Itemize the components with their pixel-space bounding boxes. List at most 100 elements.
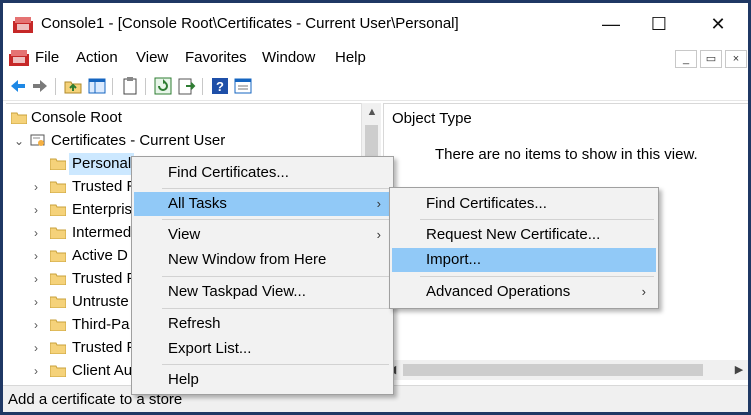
maximize-button[interactable]: ☐ bbox=[636, 9, 682, 39]
mdi-close-button[interactable]: × bbox=[725, 50, 747, 68]
menu-action[interactable]: Action bbox=[76, 49, 118, 66]
tree-item-label: Intermed bbox=[72, 224, 132, 241]
menu-view[interactable]: View bbox=[136, 49, 168, 66]
folder-icon bbox=[50, 365, 66, 377]
folder-icon bbox=[50, 227, 66, 239]
chevron-right-icon[interactable]: › bbox=[34, 291, 46, 313]
tree-item-label: Third-Pa bbox=[72, 316, 130, 333]
scroll-right-icon[interactable]: ▶ bbox=[730, 360, 748, 380]
menu-item-label: Find Certificates... bbox=[168, 164, 289, 181]
tree-item-label: Untruste bbox=[72, 293, 129, 310]
tree-item-label: Trusted P bbox=[72, 339, 137, 356]
menu-item-label: Find Certificates... bbox=[426, 195, 547, 212]
minimize-button[interactable]: — bbox=[588, 9, 634, 39]
menu-window[interactable]: Window bbox=[262, 49, 315, 66]
results-horizontal-scrollbar[interactable]: ◀ ▶ bbox=[383, 360, 748, 380]
menu-item-view[interactable]: View › bbox=[134, 223, 391, 247]
tree-item-label: Trusted R bbox=[72, 178, 138, 195]
folder-icon bbox=[50, 158, 66, 170]
menu-separator bbox=[162, 219, 389, 220]
toolbar-separator bbox=[202, 78, 203, 95]
help-icon[interactable]: ? bbox=[210, 76, 230, 96]
folder-icon bbox=[50, 250, 66, 262]
menu-item-export-list[interactable]: Export List... bbox=[134, 337, 391, 361]
context-menu: Find Certificates... All Tasks › View › … bbox=[131, 156, 394, 395]
menu-item-import[interactable]: Import... bbox=[392, 248, 656, 272]
menu-item-advanced-operations[interactable]: Advanced Operations › bbox=[392, 280, 656, 304]
tree-item-label: Trusted P bbox=[72, 270, 137, 287]
menu-item-label: New Taskpad View... bbox=[168, 283, 306, 300]
chevron-right-icon[interactable]: › bbox=[34, 360, 46, 382]
mmc-app-icon bbox=[13, 17, 33, 33]
svg-text:?: ? bbox=[216, 79, 224, 94]
menu-item-label: Advanced Operations bbox=[426, 283, 571, 300]
menu-item-help[interactable]: Help bbox=[134, 368, 391, 392]
menu-separator bbox=[420, 219, 654, 220]
console-menu-icon[interactable] bbox=[8, 49, 30, 67]
column-header-object-type[interactable]: Object Type bbox=[392, 110, 472, 127]
menu-separator bbox=[162, 308, 389, 309]
tree-item-label: Enterpris bbox=[72, 201, 133, 218]
forward-icon[interactable] bbox=[30, 76, 50, 96]
menu-item-label: Refresh bbox=[168, 315, 221, 332]
menu-item-label: View bbox=[168, 226, 201, 243]
title-bar[interactable]: Console1 - [Console Root\Certificates - … bbox=[3, 3, 748, 43]
menu-item-new-taskpad-view[interactable]: New Taskpad View... bbox=[134, 280, 391, 304]
menu-item-refresh[interactable]: Refresh bbox=[134, 312, 391, 336]
properties-icon[interactable] bbox=[233, 76, 253, 96]
tree-item-label: Certificates - Current User bbox=[51, 132, 226, 149]
menu-item-new-window[interactable]: New Window from Here bbox=[134, 248, 391, 272]
all-tasks-submenu: Find Certificates... Request New Certifi… bbox=[389, 187, 659, 309]
toolbar: ? bbox=[3, 73, 748, 101]
window-title: Console1 - [Console Root\Certificates - … bbox=[41, 15, 459, 32]
chevron-right-icon[interactable]: › bbox=[34, 199, 46, 221]
mdi-minimize-button[interactable]: _ bbox=[675, 50, 697, 68]
menu-file[interactable]: File bbox=[35, 49, 59, 66]
clipboard-icon[interactable] bbox=[120, 76, 140, 96]
menu-item-label: Export List... bbox=[168, 340, 252, 357]
tree-item-label: Client Au bbox=[72, 362, 133, 379]
menu-item-find-certificates[interactable]: Find Certificates... bbox=[392, 192, 656, 216]
folder-icon bbox=[50, 319, 66, 331]
chevron-right-icon[interactable]: › bbox=[34, 337, 46, 359]
tree-item-label: Active D bbox=[72, 247, 128, 264]
folder-icon bbox=[50, 342, 66, 354]
menu-item-label: Import... bbox=[426, 251, 482, 268]
menu-separator bbox=[162, 276, 389, 277]
toolbar-separator bbox=[145, 78, 146, 95]
menu-item-request-new-certificate[interactable]: Request New Certificate... bbox=[392, 223, 656, 247]
menu-bar: File Action View Favorites Window Help _… bbox=[3, 44, 748, 72]
close-button[interactable]: ✕ bbox=[695, 9, 741, 39]
chevron-right-icon: › bbox=[376, 227, 381, 242]
scroll-up-icon[interactable]: ▲ bbox=[362, 103, 382, 121]
menu-item-all-tasks[interactable]: All Tasks › bbox=[134, 192, 391, 216]
chevron-right-icon[interactable]: › bbox=[34, 268, 46, 290]
up-folder-icon[interactable] bbox=[63, 76, 83, 96]
folder-icon bbox=[50, 204, 66, 216]
mmc-window: Console1 - [Console Root\Certificates - … bbox=[0, 0, 751, 415]
back-icon[interactable] bbox=[8, 76, 28, 96]
tree-item-label: Console Root bbox=[31, 109, 122, 126]
menu-favorites[interactable]: Favorites bbox=[185, 49, 247, 66]
menu-item-label: Request New Certificate... bbox=[426, 226, 601, 243]
folder-icon bbox=[50, 296, 66, 308]
show-hide-tree-icon[interactable] bbox=[87, 76, 107, 96]
menu-help[interactable]: Help bbox=[335, 49, 366, 66]
menu-item-label: Help bbox=[168, 371, 199, 388]
tree-item-label: Personal bbox=[69, 153, 135, 175]
refresh-icon[interactable] bbox=[153, 76, 173, 96]
menu-separator bbox=[162, 364, 389, 365]
mdi-restore-button[interactable]: ▭ bbox=[700, 50, 722, 68]
chevron-right-icon[interactable]: › bbox=[34, 176, 46, 198]
menu-separator bbox=[420, 276, 654, 277]
chevron-right-icon[interactable]: › bbox=[34, 314, 46, 336]
empty-list-message: There are no items to show in this view. bbox=[435, 146, 698, 163]
menu-item-find-certificates[interactable]: Find Certificates... bbox=[134, 161, 391, 185]
menu-separator bbox=[162, 188, 389, 189]
scroll-thumb[interactable] bbox=[403, 364, 703, 376]
certificates-snapin-icon bbox=[30, 134, 45, 146]
chevron-down-icon[interactable]: ⌄ bbox=[14, 130, 26, 152]
export-icon[interactable] bbox=[177, 76, 197, 96]
chevron-right-icon[interactable]: › bbox=[34, 245, 46, 267]
chevron-right-icon[interactable]: › bbox=[34, 222, 46, 244]
